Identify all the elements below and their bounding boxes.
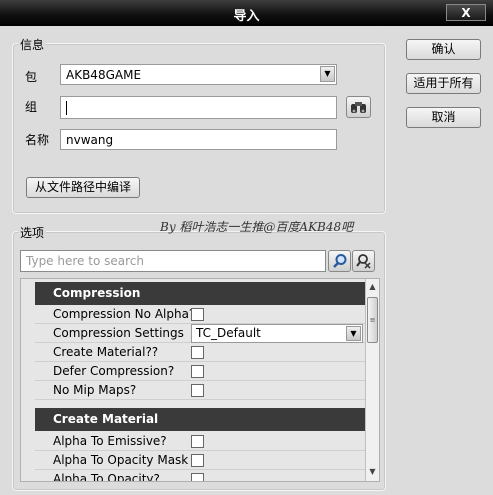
compression-settings-value: TC_Default bbox=[196, 326, 261, 340]
category-create-material[interactable]: Create Material bbox=[35, 408, 365, 431]
window-title: 导入 bbox=[233, 9, 260, 24]
alpha-to-opacity-checkbox[interactable] bbox=[191, 473, 204, 481]
property-row: No Mip Maps? bbox=[35, 381, 365, 400]
property-grid: Compression Compression No Alpha? Compre… bbox=[20, 278, 380, 482]
property-row: Create Material?? bbox=[35, 343, 365, 362]
cancel-button[interactable]: 取消 bbox=[406, 107, 481, 128]
property-label: Alpha To Opacity? bbox=[53, 472, 160, 482]
scroll-thumb[interactable]: ≡ bbox=[367, 297, 378, 343]
dropdown-arrow-icon[interactable]: ▼ bbox=[320, 66, 335, 82]
property-label: Alpha To Emissive? bbox=[53, 434, 167, 448]
compile-from-path-button[interactable]: 从文件路径中编译 bbox=[26, 177, 140, 198]
info-group-label: 信息 bbox=[18, 36, 47, 53]
close-icon: X bbox=[461, 6, 471, 20]
search-input[interactable]: Type here to search bbox=[20, 250, 326, 272]
apply-to-all-button[interactable]: 适用于所有 bbox=[406, 73, 481, 94]
create-material-checkbox[interactable] bbox=[191, 346, 204, 359]
import-dialog: 导入 X 信息 包 AKB48GAME ▼ 组 名称 nvwang 从文件路径中… bbox=[0, 0, 493, 495]
property-row: Alpha To Emissive? bbox=[35, 432, 365, 451]
group-label: 组 bbox=[25, 100, 38, 114]
vertical-scrollbar[interactable]: ▲ ≡ ▼ bbox=[365, 279, 379, 481]
scroll-up-icon[interactable]: ▲ bbox=[366, 280, 379, 294]
category-compression[interactable]: Compression bbox=[35, 282, 365, 305]
package-label: 包 bbox=[25, 70, 38, 84]
compression-no-alpha-checkbox[interactable] bbox=[191, 308, 204, 321]
clear-search-icon bbox=[355, 254, 371, 269]
find-group-button[interactable] bbox=[346, 96, 371, 118]
group-input[interactable] bbox=[60, 96, 337, 119]
name-label: 名称 bbox=[25, 133, 50, 147]
no-mip-maps-checkbox[interactable] bbox=[191, 384, 204, 397]
magnifier-icon bbox=[332, 254, 346, 268]
property-row: Compression No Alpha? bbox=[35, 305, 365, 324]
property-row: Alpha To Opacity Mask bbox=[35, 451, 365, 470]
defer-compression-checkbox[interactable] bbox=[191, 365, 204, 378]
property-label: Defer Compression? bbox=[53, 364, 175, 378]
alpha-to-opacity-mask-checkbox[interactable] bbox=[191, 454, 204, 467]
text-cursor bbox=[66, 100, 67, 115]
package-dropdown[interactable]: AKB48GAME ▼ bbox=[60, 64, 337, 85]
ok-button[interactable]: 确认 bbox=[406, 39, 481, 60]
property-label: Create Material?? bbox=[53, 345, 159, 359]
property-row: Alpha To Opacity? bbox=[35, 470, 365, 482]
property-label: Compression Settings bbox=[53, 326, 184, 340]
clear-search-button[interactable] bbox=[352, 250, 375, 272]
binoculars-icon bbox=[351, 102, 366, 113]
package-value: AKB48GAME bbox=[66, 68, 142, 82]
title-bar: 导入 X bbox=[0, 0, 493, 26]
property-label: No Mip Maps? bbox=[53, 383, 137, 397]
watermark: By 稻叶浩志一生推@百度AKB48吧 bbox=[160, 220, 354, 234]
search-button[interactable] bbox=[328, 250, 351, 272]
name-value: nvwang bbox=[66, 133, 114, 147]
dropdown-arrow-icon[interactable]: ▼ bbox=[346, 326, 361, 341]
property-row: Compression Settings TC_Default ▼ bbox=[35, 324, 365, 343]
options-group-label: 选项 bbox=[18, 224, 47, 241]
alpha-to-emissive-checkbox[interactable] bbox=[191, 435, 204, 448]
compression-settings-dropdown[interactable]: TC_Default ▼ bbox=[191, 324, 363, 343]
name-input[interactable]: nvwang bbox=[60, 129, 337, 150]
close-button[interactable]: X bbox=[446, 4, 486, 21]
property-label: Compression No Alpha? bbox=[53, 307, 196, 321]
scroll-down-icon[interactable]: ▼ bbox=[366, 465, 379, 479]
property-label: Alpha To Opacity Mask bbox=[53, 453, 189, 467]
property-row: Defer Compression? bbox=[35, 362, 365, 381]
